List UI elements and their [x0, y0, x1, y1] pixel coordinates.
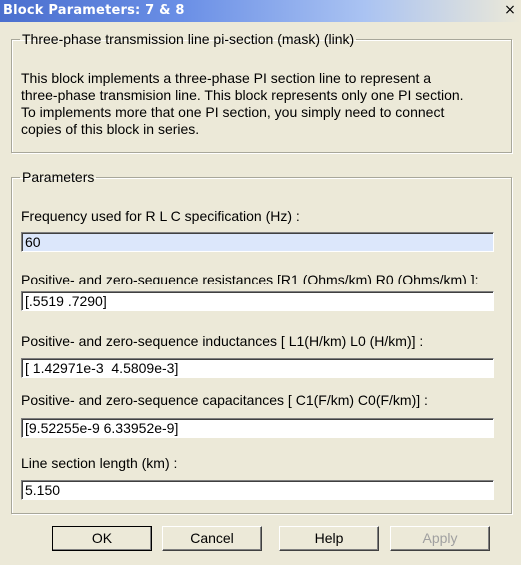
- help-button[interactable]: Help: [279, 526, 379, 551]
- resistances-label: Positive- and zero-sequence resistances …: [21, 272, 479, 284]
- dialog-window: Block Parameters: 7 & 8 × Three-phase tr…: [0, 0, 521, 565]
- parameters-legend: Parameters: [22, 169, 95, 185]
- description-group: Three-phase transmission line pi-section…: [11, 31, 512, 153]
- close-icon[interactable]: ×: [503, 2, 517, 18]
- description-legend: Three-phase transmission line pi-section…: [22, 31, 355, 47]
- inductances-input[interactable]: [21, 358, 494, 378]
- description-text: This block implements a three-phase PI s…: [21, 70, 464, 137]
- title-bar[interactable]: Block Parameters: 7 & 8 ×: [0, 0, 521, 22]
- length-label: Line section length (km) :: [21, 455, 178, 471]
- length-input[interactable]: [21, 480, 494, 500]
- inductances-label: Positive- and zero-sequence inductances …: [21, 333, 424, 349]
- frequency-input[interactable]: [21, 232, 494, 252]
- ok-button[interactable]: OK: [52, 526, 152, 551]
- cancel-button[interactable]: Cancel: [162, 526, 262, 551]
- apply-button[interactable]: Apply: [390, 526, 490, 551]
- capacitances-input[interactable]: [21, 418, 494, 438]
- frequency-label: Frequency used for R L C specification (…: [21, 208, 300, 224]
- resistances-input[interactable]: [21, 291, 494, 311]
- capacitances-label: Positive- and zero-sequence capacitances…: [21, 392, 428, 408]
- parameters-group: Parameters Frequency used for R L C spec…: [11, 169, 512, 514]
- window-title: Block Parameters: 7 & 8: [3, 3, 185, 18]
